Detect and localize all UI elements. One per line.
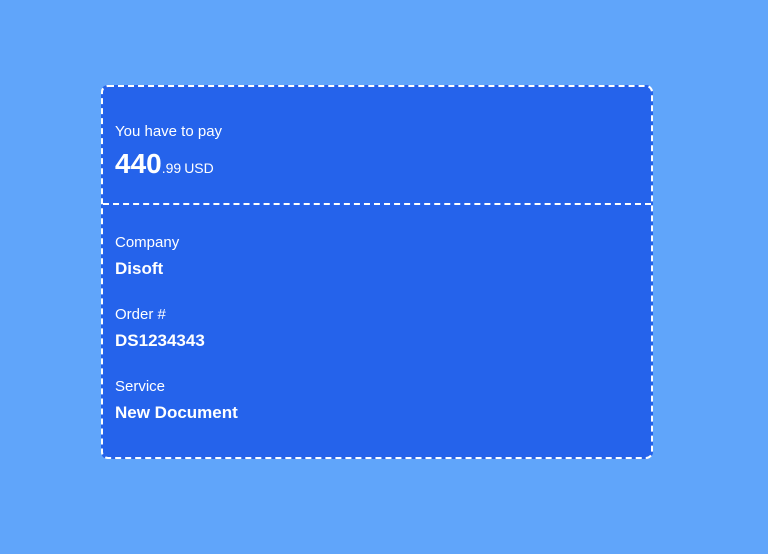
amount-display: 440.99 USD (115, 147, 214, 186)
pay-label: You have to pay (115, 123, 223, 140)
amount-main: 440 (115, 148, 162, 179)
order-label: Order # (115, 306, 166, 323)
payment-card: You have to pay 440.99 USD Company Disoft… (101, 85, 653, 459)
company-label: Company (115, 234, 180, 251)
amount-section: You have to pay 440.99 USD (103, 87, 651, 205)
order-value: DS1234343 (115, 331, 205, 350)
amount-currency: USD (184, 160, 214, 176)
company-value: Disoft (115, 259, 164, 278)
service-label: Service (115, 378, 166, 395)
service-value: New Document (115, 403, 238, 422)
amount-cents: .99 (161, 160, 182, 176)
